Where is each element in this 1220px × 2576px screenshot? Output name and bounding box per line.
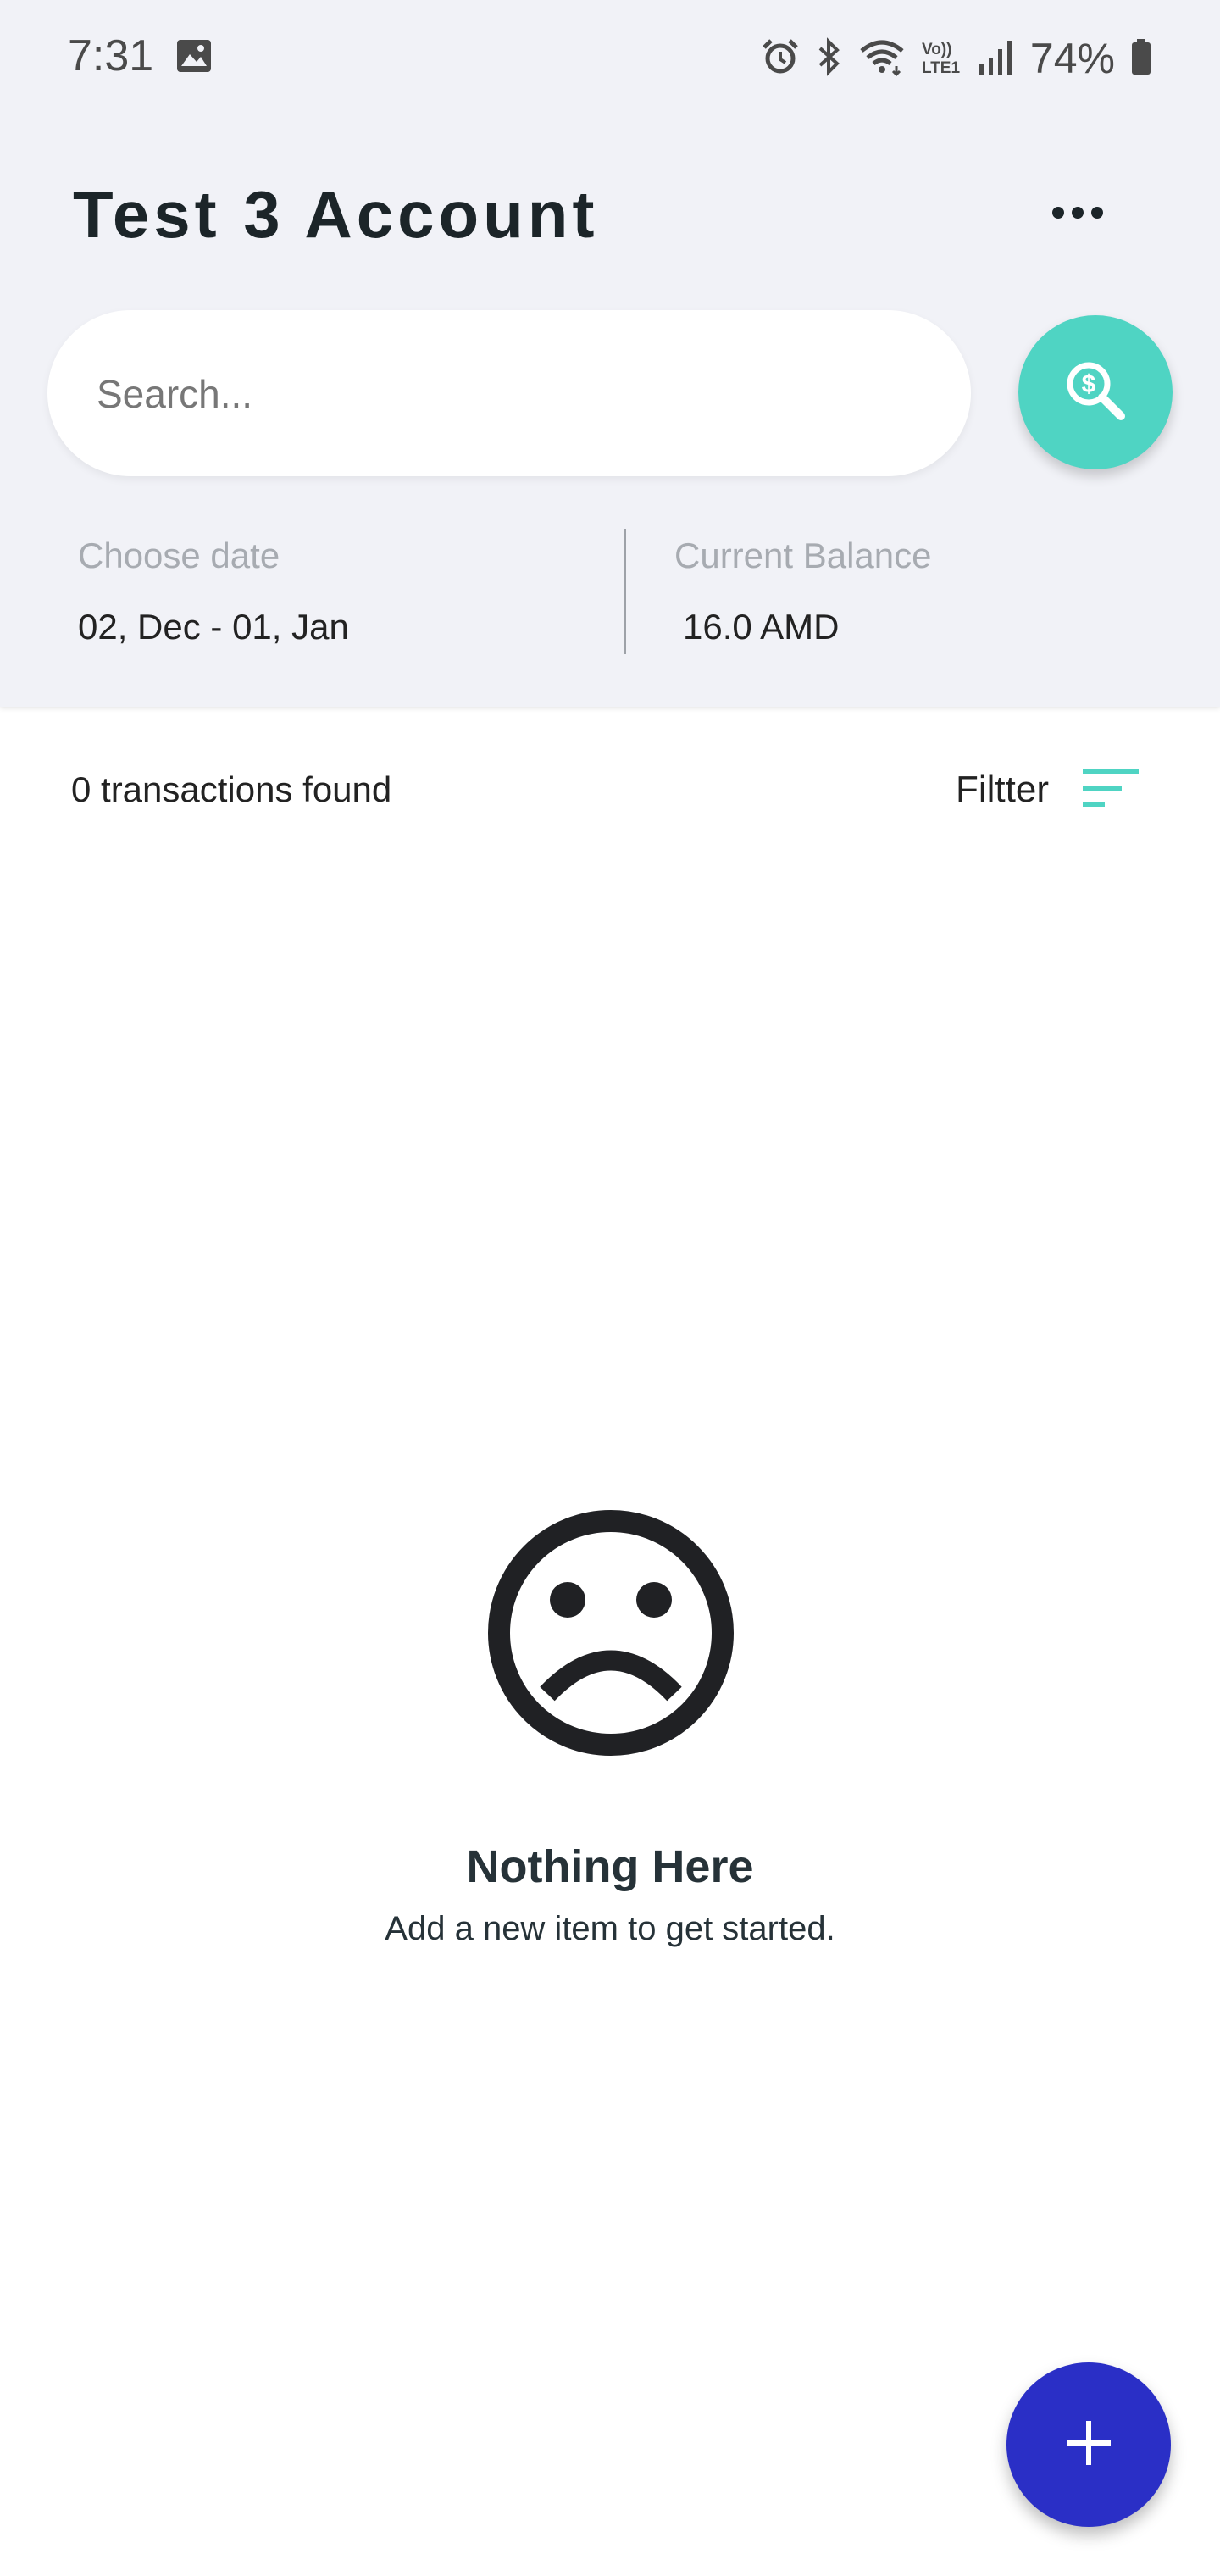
search-bar	[47, 310, 971, 478]
header-panel: 7:31 Vo)) LTE1 74% Test 3 Account Search…	[0, 0, 1220, 707]
battery-icon	[1130, 37, 1152, 80]
search-dollar-icon: $	[1062, 357, 1129, 429]
status-icons: Vo)) LTE1 74%	[746, 34, 1152, 83]
image-icon	[176, 39, 212, 77]
signal-icon	[978, 37, 1015, 80]
balance-label: Current Balance	[674, 536, 932, 575]
page-title: Test 3 Account	[73, 177, 599, 252]
empty-state-subtitle: Add a new item to get started.	[385, 1910, 835, 1947]
balance-value: 16.0 AMD	[683, 607, 840, 647]
transaction-count: 0 transactions found	[71, 769, 392, 809]
summary-divider	[624, 529, 626, 654]
search-input[interactable]	[95, 310, 929, 478]
more-horizontal-icon	[1051, 206, 1104, 224]
filter-lines-icon	[1083, 768, 1139, 813]
plus-icon	[1065, 2419, 1112, 2471]
volte-icon: Vo)) LTE1	[920, 37, 962, 80]
alarm-icon	[761, 37, 800, 80]
date-label: Choose date	[78, 536, 280, 575]
svg-text:$: $	[1082, 370, 1096, 398]
more-options-button[interactable]	[1044, 193, 1112, 236]
battery-percent: 74%	[1029, 35, 1115, 82]
add-item-button[interactable]	[1006, 2362, 1171, 2527]
wifi-icon	[859, 37, 905, 80]
filter-label: Filtter	[956, 769, 1049, 810]
status-time: 7:31	[68, 31, 154, 80]
svg-text:Vo)): Vo))	[922, 41, 952, 58]
empty-state-title: Nothing Here	[466, 1841, 754, 1892]
filter-button[interactable]: Filtter	[956, 759, 1139, 820]
search-button[interactable]: $	[1018, 315, 1173, 469]
date-range-selector[interactable]: 02, Dec - 01, Jan	[78, 607, 349, 647]
bluetooth-icon	[815, 36, 844, 80]
svg-text:LTE1: LTE1	[922, 59, 960, 76]
status-bar: 7:31 Vo)) LTE1 74%	[0, 0, 1220, 119]
sad-face-icon	[486, 1508, 735, 1762]
